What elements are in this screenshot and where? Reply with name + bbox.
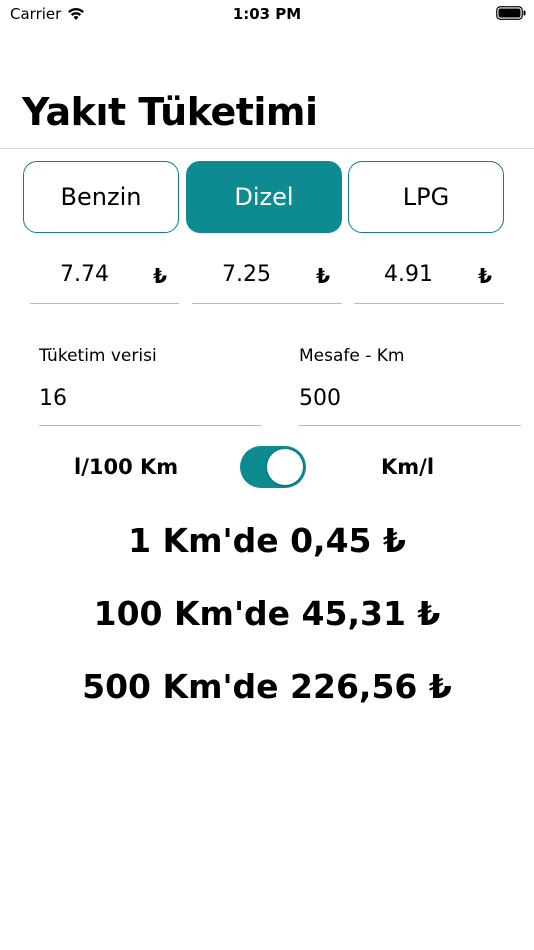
benzin-price-value: 7.74 [60,262,109,287]
lira-icon: ₺ [478,264,492,288]
battery-icon [496,6,526,20]
result-500km: 500 Km'de 226,56 ₺ [82,667,452,706]
result-100km: 100 Km'de 45,31 ₺ [93,594,441,633]
lpg-price-input[interactable]: 4.91 ₺ [354,258,504,304]
status-time: 1:03 PM [232,5,302,23]
consumption-value: 16 [39,386,67,411]
lira-icon: ₺ [153,264,167,288]
lpg-price-value: 4.91 [384,262,433,287]
consumption-field[interactable]: Tüketim verisi 16 [39,346,261,426]
lira-icon: ₺ [316,264,330,288]
unit-label-l100km: l/100 Km [74,455,179,479]
tab-benzin[interactable]: Benzin [23,161,179,233]
dizel-price-value: 7.25 [222,262,271,287]
unit-label-kml: Km/l [381,455,435,479]
tab-dizel[interactable]: Dizel [186,161,342,233]
tab-lpg[interactable]: LPG [348,161,504,233]
status-bar: Carrier 1:03 PM [0,0,534,30]
toggle-knob [267,449,303,485]
result-1km: 1 Km'de 0,45 ₺ [128,521,406,560]
dizel-price-input[interactable]: 7.25 ₺ [192,258,342,304]
unit-toggle-switch[interactable] [240,446,306,488]
page-title: Yakıt Tüketimi [22,90,318,134]
consumption-label: Tüketim verisi [39,346,157,366]
distance-label: Mesafe - Km [299,346,405,366]
benzin-price-input[interactable]: 7.74 ₺ [30,258,179,304]
distance-value: 500 [299,386,341,411]
distance-field[interactable]: Mesafe - Km 500 [299,346,521,426]
header-divider [0,148,534,149]
